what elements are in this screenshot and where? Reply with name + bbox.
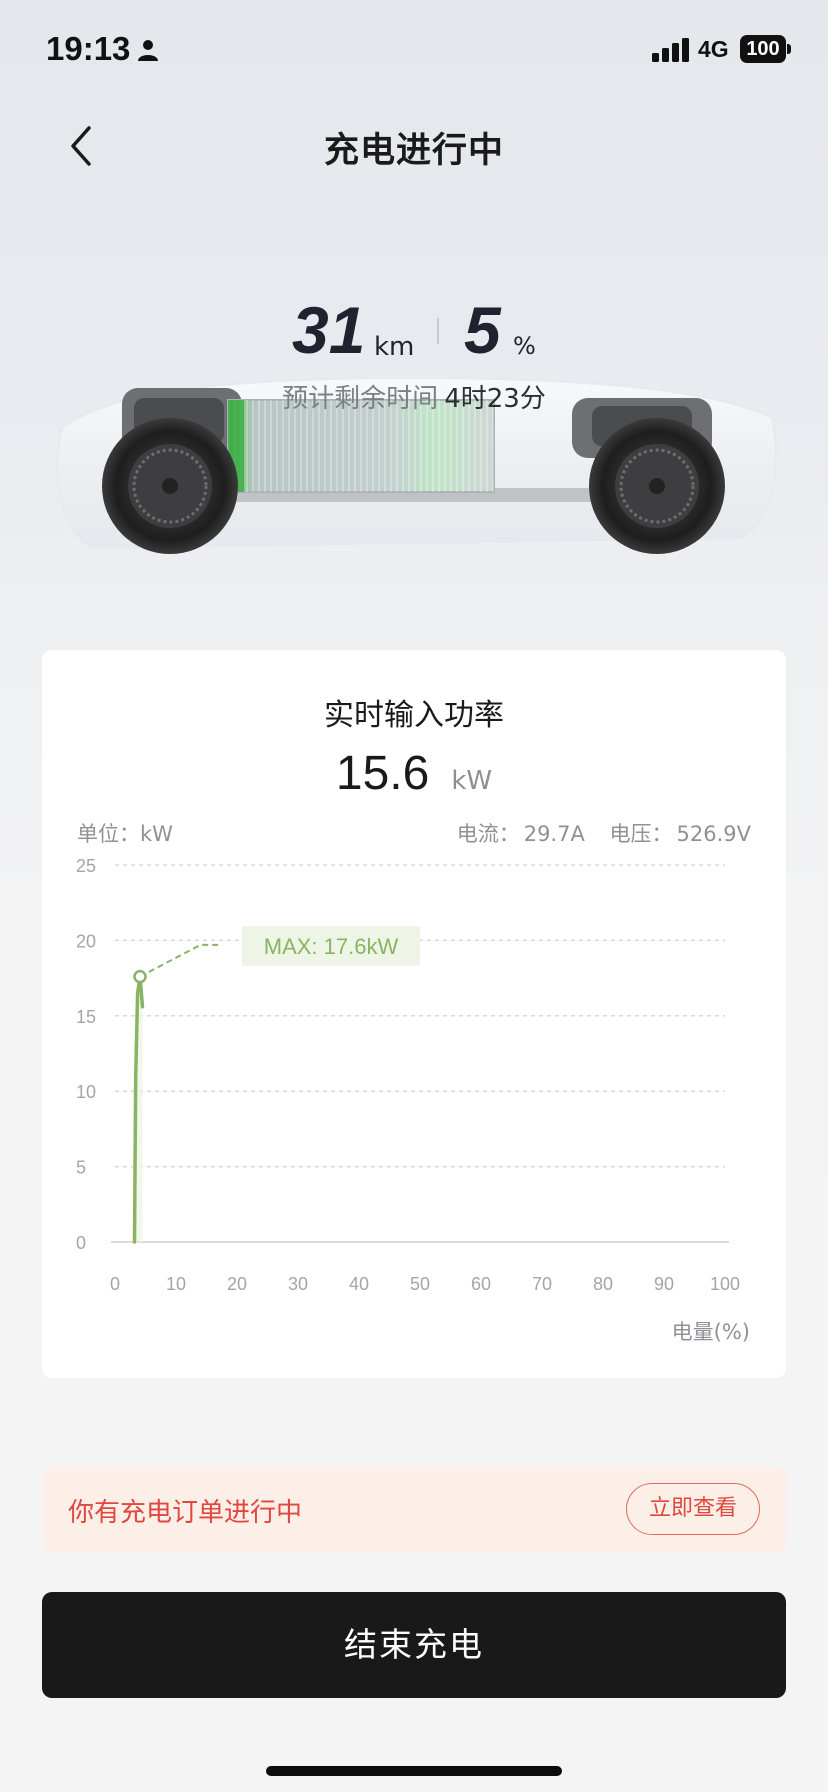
x-tick-label: 90	[654, 1274, 674, 1294]
home-indicator[interactable]	[266, 1766, 562, 1776]
x-tick-label: 50	[410, 1274, 430, 1294]
power-chart-card: 实时输入功率 15.6 kW 单位：kW 电流： 29.7A 电压： 526.9V 0…	[42, 650, 786, 1378]
range-summary: 31 km 5 %	[0, 292, 828, 372]
x-tick-label: 40	[349, 1274, 369, 1294]
max-point	[133, 969, 147, 984]
eta-value: 4时23分	[444, 384, 546, 414]
y-tick-label: 15	[76, 1007, 96, 1027]
power-line-chart: 0 5 10 15 20 25 0 10 20 30 40 50 60 70 80 90 100 MAX: 17.…	[76, 856, 740, 1294]
network-label: 4G	[698, 36, 729, 62]
x-tick-label: 80	[593, 1274, 613, 1294]
battery-icon: 100	[740, 35, 791, 63]
max-leader-line	[139, 943, 218, 978]
max-label: MAX: 17.6kW	[264, 934, 399, 959]
page-title: 充电进行中	[323, 131, 504, 171]
x-tick-label: 10	[166, 1274, 186, 1294]
x-tick-label: 30	[288, 1274, 308, 1294]
signal-icon	[652, 38, 689, 62]
y-tick-label: 0	[76, 1233, 86, 1253]
range-value: 31	[292, 293, 366, 367]
x-tick-label: 60	[471, 1274, 491, 1294]
car-chassis-illustration	[56, 378, 777, 554]
x-tick-label: 100	[710, 1274, 740, 1294]
status-time: 19:13	[46, 30, 131, 67]
person-icon	[138, 40, 158, 61]
order-banner: 你有充电订单进行中 立即查看	[42, 1466, 786, 1552]
y-tick-label: 25	[76, 856, 96, 876]
order-text: 你有充电订单进行中	[68, 1498, 303, 1528]
eta-row: 预计剩余时间 4时23分	[0, 378, 828, 415]
eta-label: 预计剩余时间	[282, 384, 439, 414]
x-axis-title: 电量(%)	[671, 1320, 750, 1344]
x-tick-label: 0	[110, 1274, 120, 1294]
x-tick-label: 70	[532, 1274, 552, 1294]
soc-unit: %	[513, 332, 536, 360]
battery-level: 100	[740, 35, 786, 63]
y-tick-label: 5	[76, 1158, 86, 1178]
soc-value: 5	[464, 293, 501, 367]
x-tick-label: 20	[227, 1274, 247, 1294]
range-divider	[437, 318, 439, 344]
battery-tip	[787, 44, 791, 54]
status-bar: 19:13 4G 100	[0, 0, 828, 100]
y-tick-label: 10	[76, 1082, 96, 1102]
y-tick-label: 20	[76, 931, 96, 951]
view-order-button[interactable]: 立即查看	[626, 1483, 760, 1535]
stop-charging-button[interactable]: 结束充电	[42, 1592, 786, 1698]
range-unit: km	[374, 332, 415, 362]
